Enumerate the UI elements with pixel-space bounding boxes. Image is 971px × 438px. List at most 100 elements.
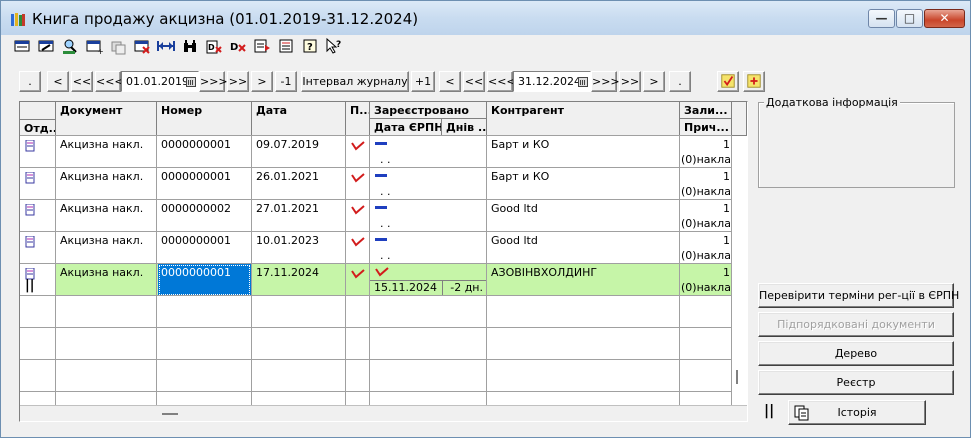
help-icon[interactable]: ? xyxy=(301,37,319,55)
cell-document[interactable]: Акцизна накл. xyxy=(56,266,157,280)
header-otd[interactable]: Отд... xyxy=(20,119,56,136)
cell-document[interactable]: Акцизна накл. xyxy=(56,202,157,216)
header-registered[interactable]: Зареєстровано xyxy=(370,102,487,119)
tree-button[interactable]: Дерево xyxy=(758,341,954,366)
cell-number[interactable]: 0000000001 xyxy=(157,170,252,184)
cell-reg-date[interactable]: 15.11.2024 xyxy=(370,281,442,295)
nav-right-dot-button[interactable]: . xyxy=(669,71,691,92)
cell-date[interactable]: 17.11.2024 xyxy=(252,266,346,280)
end-date-field[interactable]: 31.12.2024 xyxy=(513,71,591,92)
cell-number[interactable]: 0000000001 xyxy=(157,234,252,248)
nav-right-prev-button[interactable]: < xyxy=(439,71,461,92)
close-button[interactable]: ✕ xyxy=(924,9,965,28)
whats-this-icon[interactable]: ? xyxy=(325,37,343,55)
cell-document[interactable]: Акцизна накл. xyxy=(56,234,157,248)
nav-left-prev-button[interactable]: < xyxy=(47,71,69,92)
cell-date[interactable]: 26.01.2021 xyxy=(252,170,346,184)
cell-counterparty[interactable]: Good ltd xyxy=(487,234,680,248)
cell-date[interactable]: 10.01.2023 xyxy=(252,234,346,248)
dx-icon[interactable]: D xyxy=(229,37,247,55)
registry-button[interactable]: Реєстр xyxy=(758,370,954,395)
cell-date[interactable]: 27.01.2021 xyxy=(252,202,346,216)
header-p[interactable]: П... xyxy=(346,102,370,136)
copy-doc-icon[interactable] xyxy=(109,37,127,55)
filter-clear-button[interactable] xyxy=(743,71,765,92)
cell-reason[interactable]: (0)накла xyxy=(680,249,732,263)
nav-right-next2-button[interactable]: >> xyxy=(619,71,641,92)
print-delete-icon[interactable]: D xyxy=(205,37,223,55)
title-bar[interactable]: Книга продажу акцизна (01.01.2019-31.12.… xyxy=(1,1,970,35)
header-date[interactable]: Дата xyxy=(252,102,346,136)
maximize-button[interactable]: □ xyxy=(896,9,923,28)
cell-reg-date[interactable]: . . xyxy=(376,249,436,263)
cell-remainder[interactable]: 1 xyxy=(680,170,732,184)
add-doc-icon[interactable]: + xyxy=(85,37,104,56)
cell-counterparty[interactable]: Барт и КО xyxy=(487,138,680,152)
cell-reason[interactable]: (0)накла xyxy=(680,185,732,199)
cell-reg-days[interactable]: -2 дн. xyxy=(442,281,487,295)
nav-left-next-button[interactable]: > xyxy=(251,71,273,92)
subordinate-docs-button[interactable]: Підпорядковані документи xyxy=(758,312,954,337)
nav-right-next3-button[interactable]: >>> xyxy=(591,71,620,92)
move-icon[interactable] xyxy=(157,37,175,55)
nav-plus1-button[interactable]: +1 xyxy=(411,71,435,92)
vscroll-thumb[interactable] xyxy=(736,370,738,384)
new-doc-icon[interactable] xyxy=(13,37,31,55)
cell-document[interactable]: Акцизна накл. xyxy=(56,138,157,152)
nav-minus1-button[interactable]: -1 xyxy=(275,71,297,92)
check-terms-button[interactable]: Перевірити терміни рег-ції в ЄРПН xyxy=(758,283,959,308)
edit-doc-icon[interactable] xyxy=(37,37,55,55)
journal-interval-button[interactable]: Інтервал журналу xyxy=(301,71,409,92)
nav-left-next3-button[interactable]: >>> xyxy=(199,71,228,92)
header-reg-days[interactable]: Днів ... xyxy=(442,119,487,136)
calendar-icon[interactable] xyxy=(186,77,196,87)
cell-reg-date[interactable]: . . xyxy=(376,185,436,199)
cell-reg-date[interactable]: . . xyxy=(376,217,436,231)
cell-reg-date[interactable]: . . xyxy=(376,153,436,167)
nav-left-prev3-button[interactable]: <<< xyxy=(95,71,124,92)
calendar-icon[interactable] xyxy=(578,77,588,87)
header-reason[interactable]: Прич... xyxy=(680,119,732,136)
minimize-button[interactable]: — xyxy=(868,9,895,28)
cell-counterparty[interactable]: Good ltd xyxy=(487,202,680,216)
nav-left-dot-button[interactable]: . xyxy=(19,71,41,92)
cell-reason[interactable]: (0)накла xyxy=(680,153,732,167)
header-remainder[interactable]: Зали... xyxy=(680,102,732,119)
nav-left-next2-button[interactable]: >> xyxy=(227,71,249,92)
cell-reason[interactable]: (0)накла xyxy=(680,217,732,231)
header-counterparty[interactable]: Контрагент xyxy=(487,102,680,136)
cell-remainder[interactable]: 1 xyxy=(680,202,732,216)
cell-number[interactable]: 0000000001 xyxy=(157,138,252,152)
cell-remainder[interactable]: 1 xyxy=(680,138,732,152)
cell-number[interactable]: 0000000001 xyxy=(157,266,252,280)
export-icon[interactable] xyxy=(253,37,271,55)
filter-check-button[interactable] xyxy=(717,71,739,92)
history-button[interactable]: Історія xyxy=(788,400,926,425)
cell-document[interactable]: Акцизна накл. xyxy=(56,170,157,184)
col-line xyxy=(679,136,680,405)
cell-counterparty[interactable]: Барт и КО xyxy=(487,170,680,184)
cell-remainder[interactable]: 1 xyxy=(680,234,732,248)
document-icon xyxy=(25,140,35,152)
search-doc-icon[interactable] xyxy=(61,37,79,55)
horizontal-scrollbar[interactable] xyxy=(20,405,747,421)
nav-left-prev2-button[interactable]: << xyxy=(71,71,93,92)
cell-number[interactable]: 0000000002 xyxy=(157,202,252,216)
binoculars-icon[interactable] xyxy=(181,37,199,55)
cell-reason[interactable]: (0)накла xyxy=(680,281,732,295)
delete-doc-icon[interactable] xyxy=(133,37,151,55)
cell-remainder[interactable]: 1 xyxy=(680,266,732,280)
cell-date[interactable]: 09.07.2019 xyxy=(252,138,346,152)
header-document[interactable]: Документ xyxy=(56,102,157,136)
hscroll-thumb[interactable] xyxy=(162,413,178,415)
documents-grid[interactable]: Отд... Документ Номер Дата П... Зареєстр… xyxy=(19,101,748,422)
nav-right-prev2-button[interactable]: << xyxy=(463,71,485,92)
nav-right-next-button[interactable]: > xyxy=(643,71,665,92)
header-reg-date[interactable]: Дата ЄРПН xyxy=(370,119,442,136)
nav-right-prev3-button[interactable]: <<< xyxy=(487,71,516,92)
header-number[interactable]: Номер xyxy=(157,102,252,136)
list-icon[interactable] xyxy=(277,37,295,55)
row-line xyxy=(20,359,732,360)
cell-counterparty[interactable]: АЗОВІНВХОЛДИНГ xyxy=(487,266,680,280)
start-date-field[interactable]: 01.01.2019 xyxy=(121,71,199,92)
